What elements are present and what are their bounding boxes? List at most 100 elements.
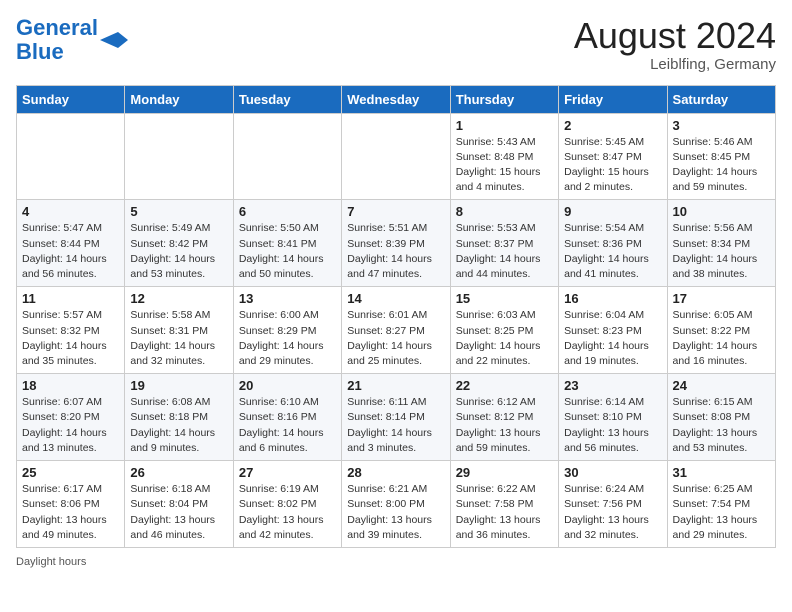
day-info: Sunrise: 5:58 AM Sunset: 8:31 PM Dayligh… (130, 308, 227, 369)
weekday-header-cell: Thursday (450, 85, 558, 113)
calendar-cell: 23 Sunrise: 6:14 AM Sunset: 8:10 PM Dayli… (559, 374, 667, 461)
location: Leiblfing, Germany (574, 56, 776, 73)
day-number: 19 (130, 378, 227, 393)
day-info: Sunrise: 5:54 AM Sunset: 8:36 PM Dayligh… (564, 221, 661, 282)
day-number: 16 (564, 291, 661, 306)
day-info: Sunrise: 6:25 AM Sunset: 7:54 PM Dayligh… (673, 482, 770, 543)
calendar-cell: 18 Sunrise: 6:07 AM Sunset: 8:20 PM Dayli… (17, 374, 125, 461)
day-number: 1 (456, 118, 553, 133)
day-info: Sunrise: 5:47 AM Sunset: 8:44 PM Dayligh… (22, 221, 119, 282)
calendar-cell (17, 113, 125, 200)
calendar-cell: 4 Sunrise: 5:47 AM Sunset: 8:44 PM Daylig… (17, 200, 125, 287)
day-number: 18 (22, 378, 119, 393)
day-number: 14 (347, 291, 444, 306)
day-info: Sunrise: 6:11 AM Sunset: 8:14 PM Dayligh… (347, 395, 444, 456)
calendar-week-row: 4 Sunrise: 5:47 AM Sunset: 8:44 PM Daylig… (17, 200, 776, 287)
day-number: 13 (239, 291, 336, 306)
calendar-cell: 24 Sunrise: 6:15 AM Sunset: 8:08 PM Dayli… (667, 374, 775, 461)
day-info: Sunrise: 6:07 AM Sunset: 8:20 PM Dayligh… (22, 395, 119, 456)
day-info: Sunrise: 6:04 AM Sunset: 8:23 PM Dayligh… (564, 308, 661, 369)
title-area: August 2024 Leiblfing, Germany (574, 16, 776, 73)
day-number: 27 (239, 465, 336, 480)
day-info: Sunrise: 5:50 AM Sunset: 8:41 PM Dayligh… (239, 221, 336, 282)
day-number: 23 (564, 378, 661, 393)
day-info: Sunrise: 6:00 AM Sunset: 8:29 PM Dayligh… (239, 308, 336, 369)
calendar-cell: 9 Sunrise: 5:54 AM Sunset: 8:36 PM Daylig… (559, 200, 667, 287)
calendar-week-row: 11 Sunrise: 5:57 AM Sunset: 8:32 PM Dayli… (17, 287, 776, 374)
calendar-cell: 2Sunrise: 5:45 AM Sunset: 8:47 PM Daylig… (559, 113, 667, 200)
day-info: Sunrise: 5:46 AM Sunset: 8:45 PM Dayligh… (673, 135, 770, 196)
calendar-cell: 8 Sunrise: 5:53 AM Sunset: 8:37 PM Daylig… (450, 200, 558, 287)
logo-icon (100, 32, 128, 48)
day-info: Sunrise: 6:19 AM Sunset: 8:02 PM Dayligh… (239, 482, 336, 543)
calendar-cell: 16 Sunrise: 6:04 AM Sunset: 8:23 PM Dayli… (559, 287, 667, 374)
day-info: Sunrise: 6:22 AM Sunset: 7:58 PM Dayligh… (456, 482, 553, 543)
day-number: 25 (22, 465, 119, 480)
day-info: Sunrise: 6:05 AM Sunset: 8:22 PM Dayligh… (673, 308, 770, 369)
calendar-cell: 25 Sunrise: 6:17 AM Sunset: 8:06 PM Dayli… (17, 461, 125, 548)
day-number: 12 (130, 291, 227, 306)
day-number: 10 (673, 204, 770, 219)
day-number: 20 (239, 378, 336, 393)
day-info: Sunrise: 5:49 AM Sunset: 8:42 PM Dayligh… (130, 221, 227, 282)
calendar-cell: 28Sunrise: 6:21 AM Sunset: 8:00 PM Dayli… (342, 461, 450, 548)
day-info: Sunrise: 5:56 AM Sunset: 8:34 PM Dayligh… (673, 221, 770, 282)
day-info: Sunrise: 6:21 AM Sunset: 8:00 PM Dayligh… (347, 482, 444, 543)
calendar-cell (125, 113, 233, 200)
calendar-cell: 20 Sunrise: 6:10 AM Sunset: 8:16 PM Dayli… (233, 374, 341, 461)
month-title: August 2024 (574, 16, 776, 56)
day-info: Sunrise: 6:14 AM Sunset: 8:10 PM Dayligh… (564, 395, 661, 456)
day-number: 29 (456, 465, 553, 480)
header: GeneralBlue August 2024 Leiblfing, Germa… (16, 16, 776, 73)
day-info: Sunrise: 6:01 AM Sunset: 8:27 PM Dayligh… (347, 308, 444, 369)
calendar-table: SundayMondayTuesdayWednesdayThursdayFrid… (16, 85, 776, 548)
calendar-cell: 27 Sunrise: 6:19 AM Sunset: 8:02 PM Dayli… (233, 461, 341, 548)
day-info: Sunrise: 6:12 AM Sunset: 8:12 PM Dayligh… (456, 395, 553, 456)
calendar-cell: 6 Sunrise: 5:50 AM Sunset: 8:41 PM Daylig… (233, 200, 341, 287)
day-number: 11 (22, 291, 119, 306)
calendar-cell: 22 Sunrise: 6:12 AM Sunset: 8:12 PM Dayli… (450, 374, 558, 461)
calendar-cell: 30Sunrise: 6:24 AM Sunset: 7:56 PM Dayli… (559, 461, 667, 548)
calendar-cell: 10 Sunrise: 5:56 AM Sunset: 8:34 PM Dayli… (667, 200, 775, 287)
day-number: 31 (673, 465, 770, 480)
day-number: 17 (673, 291, 770, 306)
day-number: 30 (564, 465, 661, 480)
day-number: 21 (347, 378, 444, 393)
weekday-header-cell: Saturday (667, 85, 775, 113)
day-number: 22 (456, 378, 553, 393)
day-info: Sunrise: 6:15 AM Sunset: 8:08 PM Dayligh… (673, 395, 770, 456)
day-number: 6 (239, 204, 336, 219)
logo: GeneralBlue (16, 16, 128, 64)
calendar-cell: 15 Sunrise: 6:03 AM Sunset: 8:25 PM Dayli… (450, 287, 558, 374)
calendar-cell (342, 113, 450, 200)
calendar-week-row: 18 Sunrise: 6:07 AM Sunset: 8:20 PM Dayli… (17, 374, 776, 461)
day-number: 15 (456, 291, 553, 306)
day-number: 7 (347, 204, 444, 219)
day-number: 26 (130, 465, 227, 480)
calendar-week-row: 25 Sunrise: 6:17 AM Sunset: 8:06 PM Dayli… (17, 461, 776, 548)
day-info: Sunrise: 5:51 AM Sunset: 8:39 PM Dayligh… (347, 221, 444, 282)
weekday-header-cell: Friday (559, 85, 667, 113)
day-number: 4 (22, 204, 119, 219)
day-number: 8 (456, 204, 553, 219)
weekday-header-cell: Tuesday (233, 85, 341, 113)
calendar-cell: 17 Sunrise: 6:05 AM Sunset: 8:22 PM Dayli… (667, 287, 775, 374)
day-info: Sunrise: 6:10 AM Sunset: 8:16 PM Dayligh… (239, 395, 336, 456)
day-info: Sunrise: 6:03 AM Sunset: 8:25 PM Dayligh… (456, 308, 553, 369)
calendar-cell: 11 Sunrise: 5:57 AM Sunset: 8:32 PM Dayli… (17, 287, 125, 374)
weekday-header-cell: Sunday (17, 85, 125, 113)
day-number: 24 (673, 378, 770, 393)
day-info: Sunrise: 5:57 AM Sunset: 8:32 PM Dayligh… (22, 308, 119, 369)
day-info: Sunrise: 6:17 AM Sunset: 8:06 PM Dayligh… (22, 482, 119, 543)
footer: Daylight hours (16, 556, 776, 568)
calendar-cell: 26Sunrise: 6:18 AM Sunset: 8:04 PM Dayli… (125, 461, 233, 548)
calendar-cell: 1 Sunrise: 5:43 AM Sunset: 8:48 PM Daylig… (450, 113, 558, 200)
calendar-cell: 3Sunrise: 5:46 AM Sunset: 8:45 PM Daylig… (667, 113, 775, 200)
calendar-cell: 29 Sunrise: 6:22 AM Sunset: 7:58 PM Dayli… (450, 461, 558, 548)
day-info: Sunrise: 6:08 AM Sunset: 8:18 PM Dayligh… (130, 395, 227, 456)
day-info: Sunrise: 5:53 AM Sunset: 8:37 PM Dayligh… (456, 221, 553, 282)
logo-text: GeneralBlue (16, 16, 98, 64)
calendar-cell: 7 Sunrise: 5:51 AM Sunset: 8:39 PM Daylig… (342, 200, 450, 287)
day-number: 9 (564, 204, 661, 219)
day-info: Sunrise: 5:43 AM Sunset: 8:48 PM Dayligh… (456, 135, 553, 196)
